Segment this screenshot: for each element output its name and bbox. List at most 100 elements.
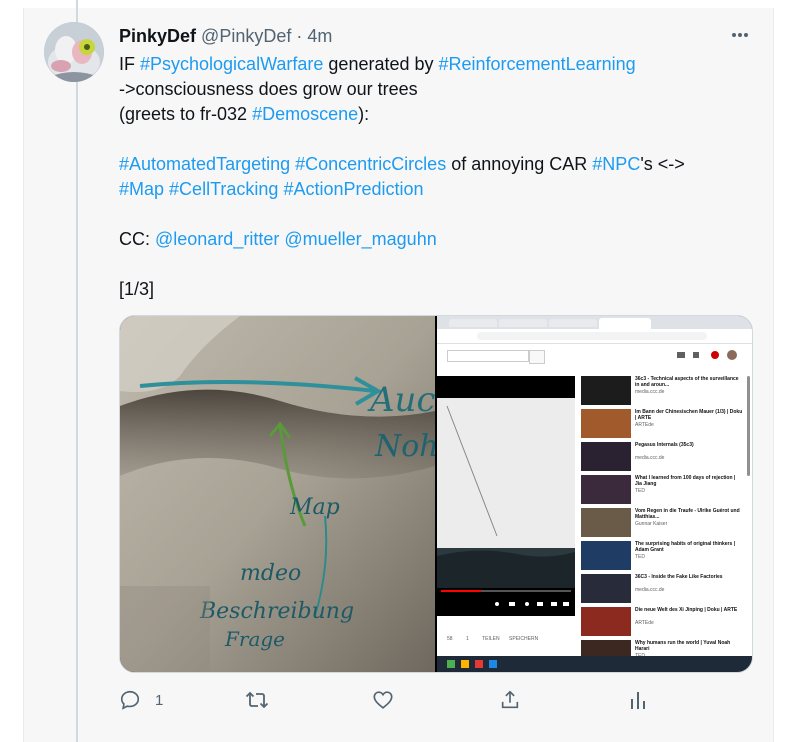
video-title[interactable]: The surprising habits of original thinke… <box>635 541 743 553</box>
recommended-video-item[interactable]: Die neue Welt des Xi Jinping | Doku | AR… <box>581 607 746 637</box>
video-thumbnail[interactable] <box>581 541 631 570</box>
video-thumbnail[interactable] <box>581 574 631 603</box>
hashtag-link[interactable]: #NPC <box>592 154 640 174</box>
share-video-button[interactable]: TEILEN <box>482 636 500 642</box>
hashtag-link[interactable]: #CellTracking <box>169 179 278 199</box>
recommended-video-item[interactable]: The surprising habits of original thinke… <box>581 541 746 571</box>
video-player[interactable] <box>437 376 575 616</box>
media-photo-handwriting[interactable]: Auc Noh Map mdeo Beschreibung Frage <box>120 316 435 672</box>
recommended-video-item[interactable]: Pegasus Internals (35c3) media.ccc.de <box>581 442 746 472</box>
taskbar-app-icon[interactable] <box>447 660 455 668</box>
hashtag-link[interactable]: #ActionPrediction <box>283 179 423 199</box>
meta-separator: · <box>296 26 303 46</box>
video-channel[interactable]: ARTEde <box>635 620 743 626</box>
recommended-video-item[interactable]: Vom Regen in die Traufe - Ulrike Guérot … <box>581 508 746 538</box>
hashtag-link[interactable]: #ReinforcementLearning <box>439 54 636 74</box>
media-grid: Auc Noh Map mdeo Beschreibung Frage 58 1… <box>119 315 753 673</box>
mention-link[interactable]: @mueller_maguhn <box>284 229 436 249</box>
browser-tab[interactable] <box>549 319 597 327</box>
tweet-text-segment: CC: <box>119 229 155 249</box>
video-title[interactable]: 36c3 - Technical aspects of the surveill… <box>635 376 743 388</box>
retweet-button[interactable] <box>245 686 283 714</box>
video-channel[interactable]: media.ccc.de <box>635 587 743 593</box>
avatar-image <box>44 22 104 82</box>
scrollbar[interactable] <box>747 376 750 476</box>
handwriting-text: Beschreibung <box>199 599 354 624</box>
video-title[interactable]: Vom Regen in die Traufe - Ulrike Guérot … <box>635 508 743 520</box>
tweet-actions: 1 <box>119 686 659 714</box>
tweet-text-segment: generated by <box>323 54 439 74</box>
tweet-text-segment: of annoying CAR <box>446 154 593 174</box>
tweet-header: PinkyDef @PinkyDef · 4m <box>119 25 332 47</box>
share-button[interactable] <box>499 686 535 714</box>
youtube-search-input[interactable] <box>447 350 529 362</box>
video-thumbnail[interactable] <box>581 475 631 504</box>
reply-button[interactable]: 1 <box>119 686 163 714</box>
save-video-button[interactable]: SPEICHERN <box>509 636 538 642</box>
author-name[interactable]: PinkyDef <box>119 26 196 46</box>
hashtag-link[interactable]: #ConcentricCircles <box>295 154 446 174</box>
tweet-text-line: (greets to fr-032 #Demoscene): <box>119 102 739 127</box>
tweet-timestamp[interactable]: 4m <box>307 26 332 46</box>
dislike-count[interactable]: 1 <box>466 636 469 642</box>
taskbar-app-icon[interactable] <box>461 660 469 668</box>
video-title[interactable]: Pegasus Internals (35c3) <box>635 442 743 454</box>
video-title[interactable]: Die neue Welt des Xi Jinping | Doku | AR… <box>635 607 743 619</box>
tweet-text-segment: ): <box>358 104 370 124</box>
video-channel[interactable]: media.ccc.de <box>635 455 743 461</box>
heart-icon <box>373 691 393 709</box>
video-channel[interactable]: TED <box>635 488 743 494</box>
analytics-button[interactable] <box>628 686 648 714</box>
tweet-text-line: #AutomatedTargeting #ConcentricCircles o… <box>119 152 739 177</box>
hashtag-link[interactable]: #PsychologicalWarfare <box>140 54 323 74</box>
apps-icon[interactable] <box>693 352 699 358</box>
video-channel[interactable]: media.ccc.de <box>635 389 743 395</box>
recommended-video-item[interactable]: Im Bann der Chinesischen Mauer (1/3) | D… <box>581 409 746 439</box>
recommended-video-item[interactable]: 36C3 - Inside the Fake Like Factories med… <box>581 574 746 604</box>
browser-tab[interactable] <box>499 319 547 327</box>
recommended-video-item[interactable]: What I learned from 100 days of rejectio… <box>581 475 746 505</box>
avatar[interactable] <box>44 22 104 82</box>
video-channel[interactable]: ARTEde <box>635 422 743 428</box>
video-title[interactable]: What I learned from 100 days of rejectio… <box>635 475 743 487</box>
hashtag-link[interactable]: #AutomatedTargeting <box>119 154 290 174</box>
browser-tabbar <box>437 316 752 329</box>
video-thumbnail[interactable] <box>581 409 631 438</box>
video-title[interactable]: Why humans run the world | Yuval Noah Ha… <box>635 640 743 652</box>
upload-icon[interactable] <box>677 352 685 358</box>
video-thumbnail[interactable] <box>581 508 631 537</box>
notifications-icon[interactable] <box>711 351 719 359</box>
tweet-text-segment: IF <box>119 54 140 74</box>
taskbar-app-icon[interactable] <box>475 660 483 668</box>
address-input[interactable] <box>477 332 707 340</box>
tweet-text-line: IF #PsychologicalWarfare generated by #R… <box>119 52 739 77</box>
tweet-text-segment: ->consciousness does grow our trees <box>119 79 418 99</box>
video-thumbnail[interactable] <box>581 376 631 405</box>
account-avatar[interactable] <box>727 350 737 360</box>
video-channel[interactable]: Gunnar Kaiser <box>635 521 743 527</box>
video-title[interactable]: Im Bann der Chinesischen Mauer (1/3) | D… <box>635 409 743 421</box>
youtube-search-button[interactable] <box>529 350 545 364</box>
video-thumbnail[interactable] <box>581 607 631 636</box>
media-screenshot-browser[interactable]: 58 1 TEILEN SPEICHERN 36c3 - Technical a… <box>437 316 752 672</box>
author-handle[interactable]: @PinkyDef <box>201 26 291 46</box>
browser-tab[interactable] <box>449 319 497 327</box>
recommended-video-item[interactable]: 36c3 - Technical aspects of the surveill… <box>581 376 746 406</box>
analytics-icon <box>631 692 645 709</box>
video-title[interactable]: 36C3 - Inside the Fake Like Factories <box>635 574 743 586</box>
browser-tab-active[interactable] <box>599 318 651 329</box>
tweet-text-segment: (greets to fr-032 <box>119 104 253 124</box>
hashtag-link[interactable]: #Map <box>119 179 164 199</box>
video-thumbnail[interactable] <box>581 442 631 471</box>
like-button[interactable] <box>372 686 408 714</box>
more-options-button[interactable] <box>729 24 751 46</box>
taskbar-app-icon[interactable] <box>489 660 497 668</box>
video-channel[interactable]: TED <box>635 554 743 560</box>
hashtag-link[interactable]: #Demoscene <box>252 104 358 124</box>
mention-link[interactable]: @leonard_ritter <box>155 229 279 249</box>
tweet-text-segment: [1/3] <box>119 279 155 299</box>
like-count[interactable]: 58 <box>447 636 453 642</box>
recommended-videos-list: 36c3 - Technical aspects of the surveill… <box>581 376 746 669</box>
handwriting-text: Noh <box>374 429 435 464</box>
reply-count: 1 <box>155 691 164 709</box>
